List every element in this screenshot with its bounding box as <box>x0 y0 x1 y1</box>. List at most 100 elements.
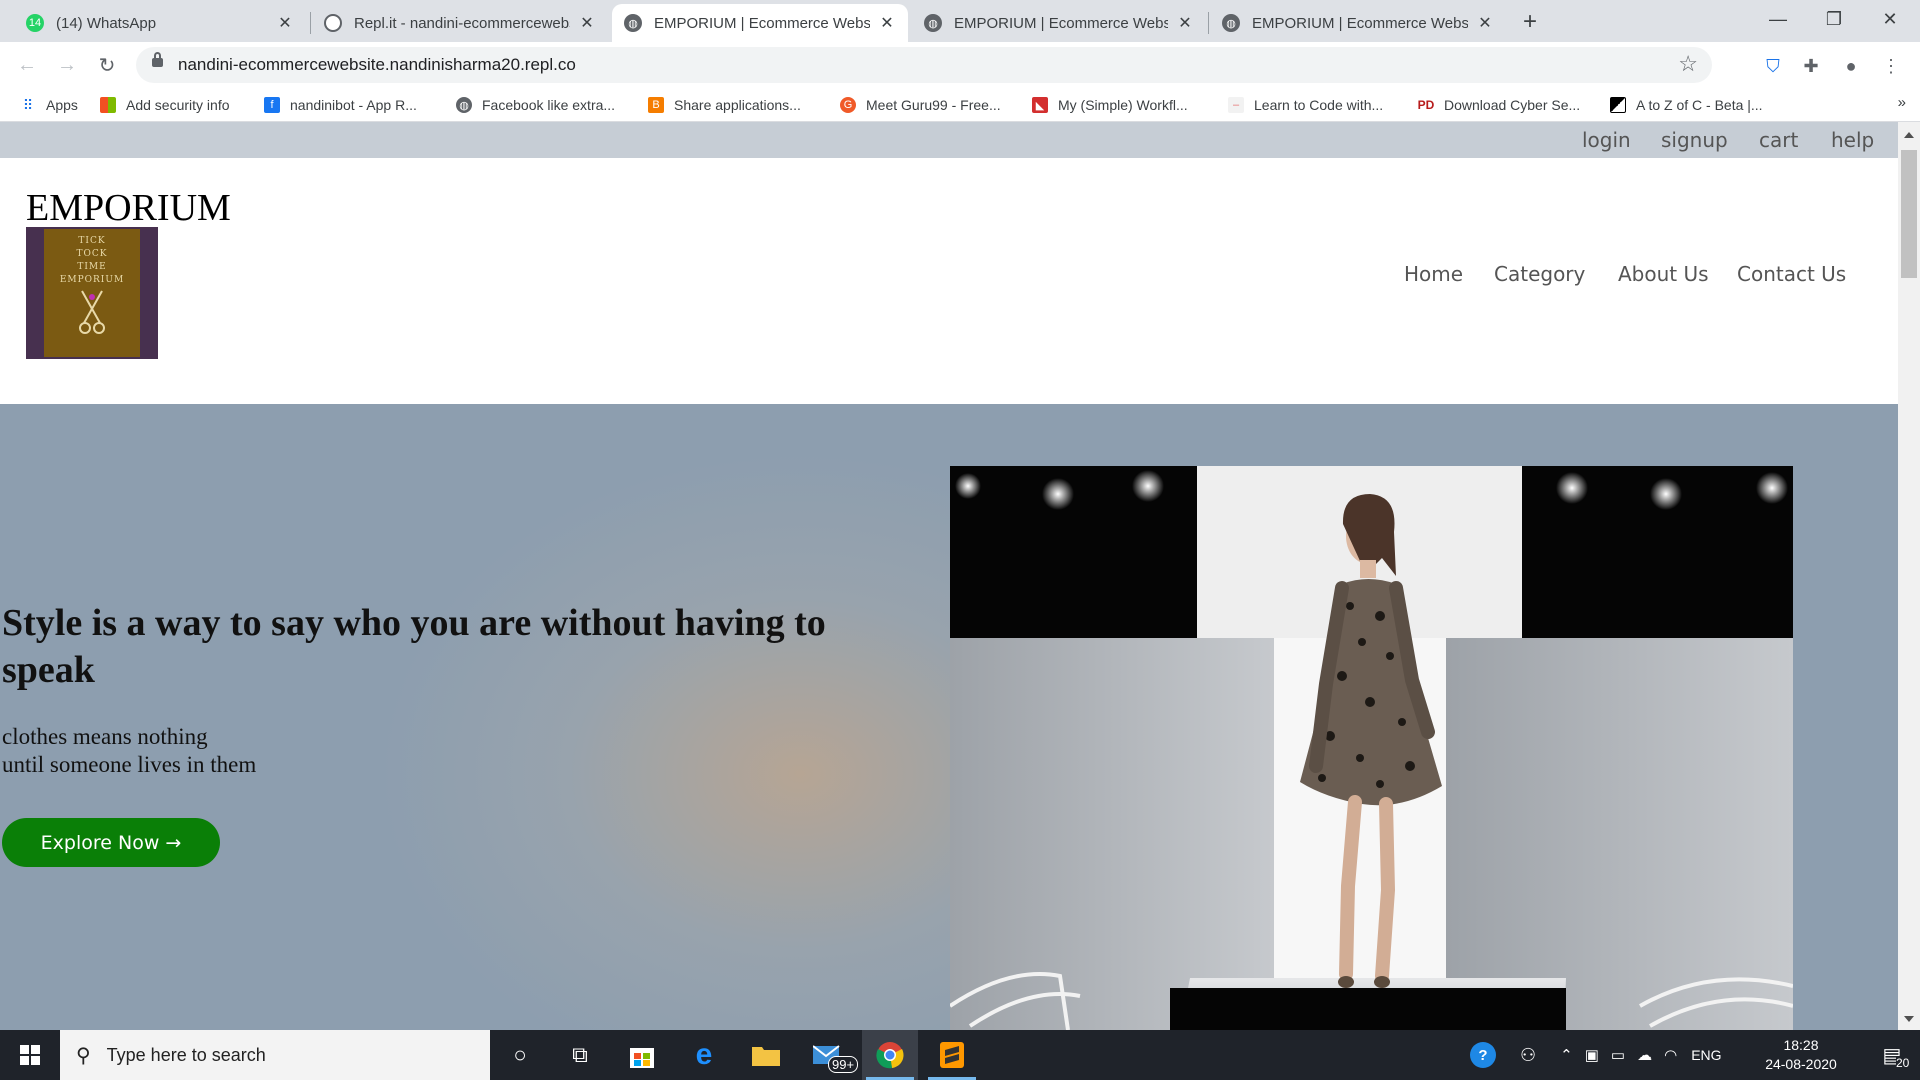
bookmark-cyber[interactable]: PD Download Cyber Se... <box>1417 94 1581 116</box>
file-explorer-icon[interactable] <box>738 1030 794 1080</box>
logo-text-line: EMPORIUM <box>59 275 125 285</box>
bookmark-guru99[interactable]: G Meet Guru99 - Free... <box>840 94 1001 116</box>
nav-about-us[interactable]: About Us <box>1618 262 1709 286</box>
tray-expand-icon[interactable]: ⌃ <box>1560 1046 1573 1064</box>
scroll-down-arrow-icon[interactable] <box>1904 1016 1914 1022</box>
people-icon[interactable]: ⚇ <box>1520 1045 1536 1066</box>
close-tab-icon[interactable]: ✕ <box>878 14 896 32</box>
hero-tagline-line1: clothes means nothing <box>2 724 208 749</box>
bookmark-label: Apps <box>46 97 78 113</box>
bookmarks-more-icon[interactable]: » <box>1898 94 1906 111</box>
store-icon[interactable] <box>614 1030 670 1080</box>
sublime-text-icon[interactable] <box>924 1030 980 1080</box>
shield-extension-icon[interactable]: ⛉ <box>1758 51 1788 81</box>
bookmark-label: A to Z of C - Beta |... <box>1636 97 1763 113</box>
battery-icon[interactable]: ▭ <box>1611 1046 1625 1064</box>
hero-tagline: clothes means nothing until someone live… <box>2 723 256 779</box>
hero-heading: Style is a way to say who you are withou… <box>2 602 826 691</box>
globe-icon: ◍ <box>456 97 472 113</box>
tab-emporium-2[interactable]: ◍ EMPORIUM | Ecommerce Website ✕ <box>912 4 1206 42</box>
bookmark-icon: ◣ <box>1032 97 1048 113</box>
pd-icon: PD <box>1417 98 1435 112</box>
bookmark-star-icon[interactable]: ☆ <box>1678 51 1698 77</box>
bookmark-share-apps[interactable]: B Share applications... <box>648 94 801 116</box>
restore-icon[interactable]: ❐ <box>1806 0 1862 38</box>
bookmark-learn-code[interactable]: – Learn to Code with... <box>1228 94 1383 116</box>
blogger-icon: B <box>648 97 664 113</box>
login-link[interactable]: login <box>1582 128 1631 152</box>
cart-link[interactable]: cart <box>1759 128 1798 152</box>
new-tab-button[interactable]: + <box>1516 8 1544 36</box>
folder-shape <box>752 1047 780 1066</box>
close-tab-icon[interactable]: ✕ <box>1476 14 1494 32</box>
bookmark-security[interactable]: Add security info <box>100 94 230 116</box>
guru99-icon: G <box>840 97 856 113</box>
notification-center-icon[interactable]: ▤ 20 <box>1864 1030 1920 1080</box>
taskbar-search-box[interactable]: ⚲ Type here to search <box>60 1030 490 1080</box>
tab-replit[interactable]: Repl.it - nandini-ecommercewebsite ✕ <box>312 4 608 42</box>
minimize-icon[interactable]: — <box>1750 0 1806 38</box>
tab-whatsapp[interactable]: 14 (14) WhatsApp ✕ <box>14 4 306 42</box>
help-icon[interactable]: ? <box>1470 1042 1496 1068</box>
logo-text-line: TICK <box>78 236 106 246</box>
bookmark-workflow[interactable]: ◣ My (Simple) Workfl... <box>1032 94 1188 116</box>
menu-dots-icon[interactable]: ⋮ <box>1876 51 1906 81</box>
site-brand-title[interactable]: EMPORIUM <box>26 186 231 230</box>
reload-icon[interactable]: ↻ <box>92 50 122 80</box>
close-tab-icon[interactable]: ✕ <box>578 14 596 32</box>
tab-title: Repl.it - nandini-ecommercewebsite <box>354 14 570 32</box>
mail-icon[interactable]: 99+ <box>800 1030 859 1080</box>
wifi-icon[interactable]: ◠ <box>1664 1046 1677 1064</box>
tab-title: EMPORIUM | Ecommerce Website <box>654 14 870 32</box>
sublime-logo <box>940 1042 964 1068</box>
logo-badge: TICK TOCK TIME EMPORIUM <box>44 229 140 357</box>
tab-emporium-active[interactable]: ◍ EMPORIUM | Ecommerce Website ✕ <box>612 4 908 42</box>
address-bar[interactable]: nandini-ecommercewebsite.nandinisharma20… <box>136 47 1712 83</box>
close-tab-icon[interactable]: ✕ <box>1176 14 1194 32</box>
site-logo[interactable]: TICK TOCK TIME EMPORIUM <box>26 227 158 359</box>
help-link[interactable]: help <box>1831 128 1874 152</box>
bookmark-facebook-extra[interactable]: ◍ Facebook like extra... <box>456 94 615 116</box>
microsoft-icon <box>100 97 116 113</box>
forward-icon[interactable]: → <box>52 50 82 80</box>
tab-title: EMPORIUM | Ecommerce Website <box>1252 14 1468 32</box>
profile-avatar-icon[interactable]: ● <box>1836 51 1866 81</box>
back-icon[interactable]: ← <box>12 50 42 80</box>
cortana-icon[interactable]: ○ <box>492 1030 548 1080</box>
explore-now-button[interactable]: Explore Now → <box>2 818 220 867</box>
taskbar-search-placeholder: Type here to search <box>106 1044 266 1065</box>
page-scrollbar[interactable] <box>1898 122 1920 1030</box>
onedrive-cloud-icon[interactable]: ☁ <box>1637 1046 1652 1064</box>
close-window-icon[interactable]: ✕ <box>1862 0 1918 38</box>
blocks-icon <box>1610 97 1626 113</box>
search-icon: ⚲ <box>76 1044 91 1067</box>
nav-contact-us[interactable]: Contact Us <box>1737 262 1846 286</box>
meet-now-icon[interactable]: ▣ <box>1585 1046 1599 1064</box>
bookmark-label: nandinibot - App R... <box>290 97 417 113</box>
chrome-icon[interactable] <box>862 1030 918 1080</box>
bookmark-atoz[interactable]: A to Z of C - Beta |... <box>1610 94 1763 116</box>
globe-icon: ◍ <box>624 14 642 32</box>
task-view-icon[interactable]: ⧉ <box>552 1030 608 1080</box>
windows-taskbar: ⚲ Type here to search ○ ⧉ e 99+ ? ⚇ ⌃ ▣ … <box>0 1030 1920 1080</box>
close-tab-icon[interactable]: ✕ <box>276 14 294 32</box>
clock-date: 24-08-2020 <box>1765 1056 1837 1072</box>
signup-link[interactable]: signup <box>1661 128 1728 152</box>
bookmark-label: Learn to Code with... <box>1254 97 1384 113</box>
taskbar-clock[interactable]: 18:28 24-08-2020 <box>1765 1036 1837 1074</box>
nav-category[interactable]: Category <box>1494 262 1585 286</box>
chrome-logo <box>876 1042 904 1069</box>
runway-illustration <box>950 466 1793 1030</box>
url-text[interactable]: nandini-ecommercewebsite.nandinisharma20… <box>178 55 576 75</box>
scroll-thumb[interactable] <box>1901 150 1917 278</box>
tab-emporium-3[interactable]: ◍ EMPORIUM | Ecommerce Website ✕ <box>1210 4 1506 42</box>
replit-icon <box>324 14 342 32</box>
bookmark-nandinibot[interactable]: f nandinibot - App R... <box>264 94 417 116</box>
extensions-puzzle-icon[interactable]: ✚ <box>1796 51 1826 81</box>
bookmark-apps[interactable]: ⠿ Apps <box>20 94 78 116</box>
scroll-up-arrow-icon[interactable] <box>1904 132 1914 138</box>
language-indicator[interactable]: ENG <box>1691 1047 1721 1063</box>
nav-home[interactable]: Home <box>1404 262 1463 286</box>
windows-start-icon[interactable] <box>0 1030 60 1080</box>
edge-icon[interactable]: e <box>676 1030 732 1080</box>
